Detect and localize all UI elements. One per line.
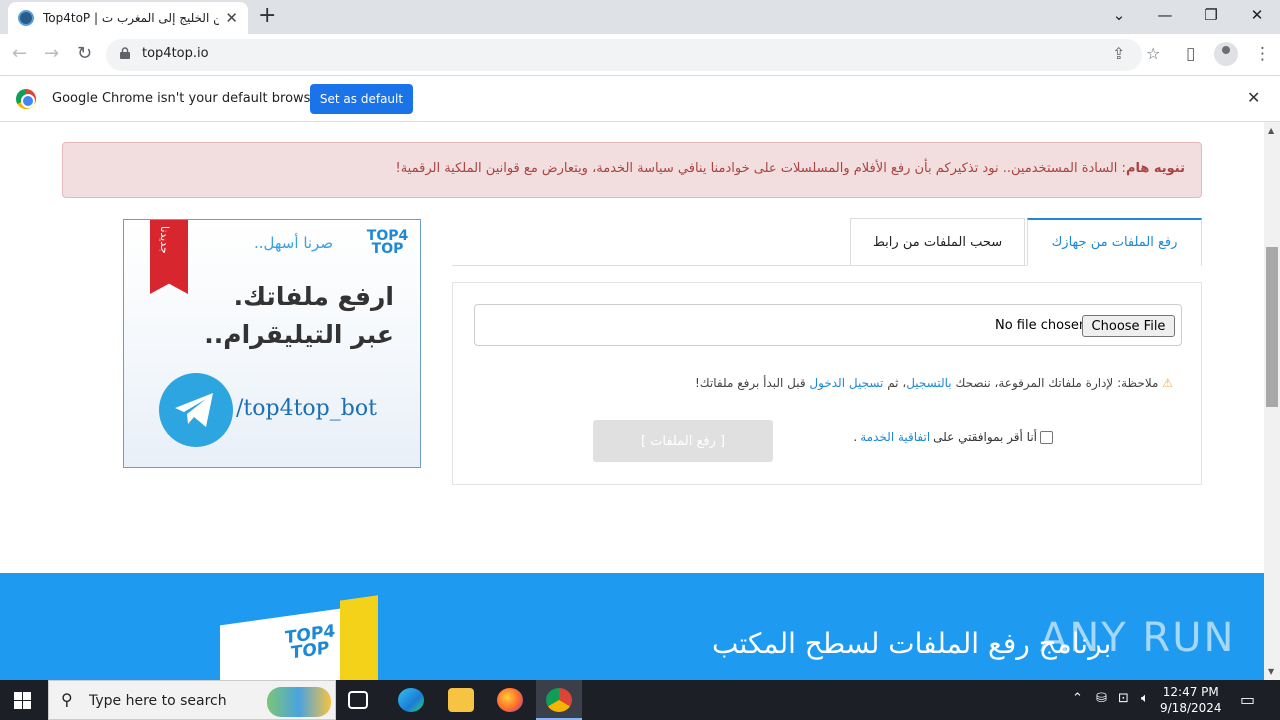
- tab-upload-device[interactable]: رفع الملفات من جهازك: [1027, 218, 1202, 266]
- profile-avatar[interactable]: [1214, 42, 1238, 66]
- ad-slogan: صرنا أسهل..: [254, 234, 334, 252]
- file-input[interactable]: No file chosen Choose File: [474, 304, 1182, 346]
- scroll-down-icon[interactable]: ▼: [1268, 667, 1274, 676]
- search-icon: ⚲: [61, 690, 73, 709]
- tray-usb-icon[interactable]: ⛁: [1096, 691, 1107, 706]
- terms-link[interactable]: اتفاقية الخدمة: [860, 430, 930, 444]
- upload-panel: No file chosen Choose File ⚠ ملاحظة: لإد…: [452, 282, 1202, 485]
- notifications-icon[interactable]: ▭: [1240, 690, 1255, 709]
- windows-start-icon[interactable]: [14, 692, 31, 709]
- network-icon[interactable]: ⊡: [1118, 691, 1129, 706]
- taskbar-search-box[interactable]: ⚲ Type here to search: [48, 680, 336, 720]
- url-text[interactable]: top4top.io: [142, 46, 209, 61]
- software-box-image: TOP4 TOP: [220, 595, 378, 680]
- ad-headline-2: عبر التيليقرام..: [204, 320, 394, 349]
- chrome-taskbar-icon[interactable]: [546, 688, 572, 712]
- file-explorer-icon[interactable]: [448, 688, 474, 712]
- search-highlight-image: [267, 687, 331, 717]
- close-tab-icon[interactable]: ✕: [225, 9, 238, 27]
- edge-icon[interactable]: [398, 688, 424, 712]
- firefox-icon[interactable]: [497, 688, 523, 712]
- lock-icon[interactable]: [120, 47, 130, 59]
- minimize-button[interactable]: —: [1142, 0, 1188, 30]
- default-browser-infobar: Google Chrome isn't your default browser…: [0, 76, 1280, 122]
- chrome-logo-icon: [16, 89, 36, 109]
- file-status: No file chosen: [995, 318, 1088, 333]
- site-favicon-icon: [18, 10, 34, 26]
- volume-icon[interactable]: 🔈︎: [1141, 691, 1149, 706]
- warning-icon: ⚠: [1162, 376, 1173, 390]
- share-icon[interactable]: ⇪: [1112, 44, 1125, 63]
- desktop-app-footer: TOP4 TOP برنامج رفع الملفات لسطح المكتب …: [0, 573, 1264, 680]
- close-window-button[interactable]: ✕: [1234, 0, 1280, 30]
- ad-brand-logo: TOP4 TOP: [366, 228, 409, 257]
- new-tab-button[interactable]: +: [258, 3, 276, 28]
- warning-alert: تنويه هام: السادة المستخدمين.. نود تذكير…: [62, 142, 1202, 198]
- clock-date: 9/18/2024: [1160, 701, 1222, 715]
- tab-strip: Top4toP | من الخليج إلى المغرب ت ✕ + ⌄ —…: [0, 0, 1280, 34]
- task-view-icon[interactable]: [348, 691, 368, 709]
- scrollbar-thumb[interactable]: [1266, 247, 1278, 407]
- terms-agreement: أنا أقر بموافقتي على اتفاقية الخدمة.: [853, 430, 1053, 444]
- menu-icon[interactable]: ⋮: [1254, 44, 1271, 64]
- search-placeholder: Type here to search: [89, 693, 227, 709]
- side-panel-icon[interactable]: ▯: [1186, 44, 1195, 64]
- scroll-up-icon[interactable]: ▲: [1268, 126, 1274, 135]
- tray-chevron-icon[interactable]: ⌃: [1072, 691, 1083, 706]
- tab-search-icon[interactable]: ⌄: [1096, 0, 1142, 30]
- terms-checkbox[interactable]: [1040, 430, 1053, 444]
- browser-tab[interactable]: Top4toP | من الخليج إلى المغرب ت ✕: [8, 2, 248, 34]
- footer-logo: TOP4 TOP: [284, 621, 336, 664]
- taskbar-clock[interactable]: 12:47 PM 9/18/2024: [1160, 684, 1222, 716]
- reload-icon[interactable]: ↻: [77, 43, 92, 64]
- forward-icon[interactable]: →: [44, 43, 59, 64]
- restore-button[interactable]: ❐: [1188, 0, 1234, 30]
- tab-from-link[interactable]: سحب الملفات من رابط: [850, 218, 1025, 266]
- agree-text: أنا أقر بموافقتي على: [933, 430, 1037, 444]
- bookmark-star-icon[interactable]: ☆: [1146, 44, 1160, 63]
- clock-time: 12:47 PM: [1162, 685, 1219, 699]
- upload-files-button[interactable]: [ رفع الملفات ]: [593, 420, 773, 462]
- tab-title: Top4toP | من الخليج إلى المغرب ت: [43, 11, 220, 25]
- infobar-message: Google Chrome isn't your default browser: [52, 91, 324, 106]
- watermark: ANY RUN: [1040, 615, 1236, 661]
- new-ribbon: جديدنا: [150, 220, 188, 294]
- page-scrollbar[interactable]: ▲ ▼: [1264, 122, 1280, 680]
- ad-bot-handle: /top4top_bot: [236, 396, 377, 421]
- back-icon[interactable]: ←: [12, 43, 27, 64]
- login-note: ⚠ ملاحظة: لإدارة ملفاتك المرفوعة، ننصحك …: [695, 376, 1173, 390]
- telegram-icon: [159, 373, 233, 447]
- login-link[interactable]: تسجيل الدخول: [809, 376, 883, 390]
- choose-file-button[interactable]: Choose File: [1082, 315, 1175, 337]
- upload-tabs: رفع الملفات من جهازك سحب الملفات من رابط: [452, 218, 1202, 266]
- set-as-default-button[interactable]: Set as default: [310, 84, 413, 114]
- alert-title: تنويه هام: [1125, 161, 1185, 176]
- windows-taskbar: ⚲ Type here to search ⌃ ⛁ ⊡ 🔈︎ 12:47 PM …: [0, 680, 1280, 720]
- alert-text: : السادة المستخدمين.. نود تذكيركم بأن رف…: [395, 161, 1126, 176]
- infobar-close-icon[interactable]: ✕: [1247, 88, 1260, 107]
- telegram-ad-banner[interactable]: جديدنا TOP4 TOP صرنا أسهل.. ارفع ملفاتك.…: [123, 219, 421, 468]
- ad-headline-1: ارفع ملفاتك.: [233, 282, 394, 311]
- web-page: تنويه هام: السادة المستخدمين.. نود تذكير…: [0, 122, 1264, 680]
- register-link[interactable]: بالتسجيل: [906, 376, 951, 390]
- browser-toolbar: ← → ↻ top4top.io ⇪ ☆ ▯ ⋮: [0, 34, 1280, 76]
- address-bar[interactable]: top4top.io ⇪ ☆: [106, 39, 1160, 71]
